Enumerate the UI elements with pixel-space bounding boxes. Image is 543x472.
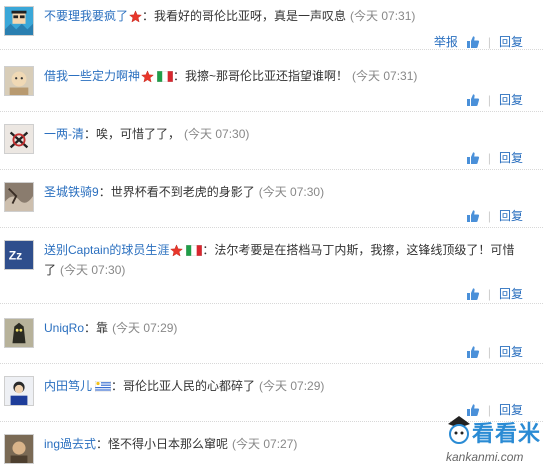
comment-body: UniqRo：靠 (今天 07:29) (44, 321, 178, 335)
star-badge-icon (129, 10, 142, 23)
mascot-icon (448, 416, 470, 444)
svg-text:Zz: Zz (9, 249, 22, 263)
comment-body: 不要理我要疯了 ：我看好的哥伦比亚呀，真是一声叹息 (今天 07:31) (44, 9, 416, 23)
username-link[interactable]: ing過去式 (44, 437, 96, 451)
comment-item: 借我一些定力啊神 ：我擦~那哥伦比亚还指望谁啊！ (今天 07:31) | 回复 (0, 66, 543, 112)
watermark-url: kankanmi.com (446, 450, 524, 464)
reply-link[interactable]: 回复 (499, 150, 523, 166)
avatar[interactable] (4, 434, 34, 464)
thumbs-up-icon[interactable] (466, 345, 480, 359)
watermark-title: 看看米 (472, 421, 542, 446)
comment-item: 一两-清：唉，可惜了了， (今天 07:30) | 回复 (0, 124, 543, 170)
comment-text: 我擦~那哥伦比亚还指望谁啊！ (185, 69, 349, 83)
uruguay-flag-icon (95, 381, 112, 392)
comment-text: 怪不得小日本那么窜呢 (108, 437, 229, 451)
thumbs-up-icon[interactable] (466, 287, 480, 301)
username-link[interactable]: 送别Captain的球员生涯 (44, 243, 169, 257)
comment-time: (今天 07:30) (60, 263, 126, 277)
thumbs-up-icon[interactable] (466, 35, 480, 49)
username-link[interactable]: 内田笃儿 (44, 379, 92, 393)
star-badge-icon (141, 70, 154, 83)
comment-actions: | 回复 (458, 344, 523, 360)
comment-actions: 举报 | 回复 (433, 34, 523, 50)
comment-time: (今天 07:31) (352, 69, 418, 83)
comment-time: (今天 07:27) (232, 437, 298, 451)
comment-time: (今天 07:31) (350, 9, 416, 23)
avatar[interactable] (4, 182, 34, 212)
report-link[interactable]: 举报 (434, 34, 458, 50)
reply-link[interactable]: 回复 (499, 344, 523, 360)
reply-link[interactable]: 回复 (499, 286, 523, 302)
reply-link[interactable]: 回复 (499, 34, 523, 50)
avatar[interactable] (4, 376, 34, 406)
username-link[interactable]: 圣城铁骑9 (44, 185, 99, 199)
star-badge-icon (170, 244, 184, 257)
comment-text: 我看好的哥伦比亚呀，真是一声叹息 (154, 9, 347, 23)
avatar[interactable] (4, 318, 34, 348)
avatar[interactable]: Zz (4, 240, 34, 270)
comment-body: 送别Captain的球员生涯 ：法尔考要是在搭档马丁内斯，我擦，这锋线顶级了！可惜… (44, 243, 515, 277)
comment-actions: | 回复 (458, 208, 523, 224)
comment-time: (今天 07:30) (184, 127, 250, 141)
avatar[interactable] (4, 66, 34, 96)
italy-flag-icon (157, 71, 174, 82)
comment-time: (今天 07:29) (112, 321, 178, 335)
username-link[interactable]: 一两-清 (44, 127, 84, 141)
watermark-logo: 看看米 kankanmi.com (444, 414, 543, 472)
comment-item: Zz 送别Captain的球员生涯 ：法尔考要是在搭档马丁内斯，我擦，这锋线顶级了… (0, 240, 543, 304)
comment-text: 靠 (96, 321, 109, 335)
reply-link[interactable]: 回复 (499, 208, 523, 224)
comment-item: 圣城铁骑9：世界杯看不到老虎的身影了 (今天 07:30) | 回复 (0, 182, 543, 228)
comment-text: 哥伦比亚人民的心都碎了 (123, 379, 256, 393)
comment-item: 不要理我要疯了 ：我看好的哥伦比亚呀，真是一声叹息 (今天 07:31) 举报 | … (0, 6, 543, 50)
comment-actions: | 回复 (458, 150, 523, 166)
comment-item: UniqRo：靠 (今天 07:29) | 回复 (0, 318, 543, 364)
thumbs-up-icon[interactable] (466, 93, 480, 107)
reply-link[interactable]: 回复 (499, 92, 523, 108)
thumbs-up-icon[interactable] (466, 209, 480, 223)
comment-text: 世界杯看不到老虎的身影了 (110, 185, 255, 199)
username-link[interactable]: 借我一些定力啊神 (44, 69, 140, 83)
comment-text: 唉，可惜了了， (96, 127, 181, 141)
comment-actions: | 回复 (458, 286, 523, 302)
comment-body: 圣城铁骑9：世界杯看不到老虎的身影了 (今天 07:30) (44, 185, 325, 199)
comment-body: 内田笃儿 ：哥伦比亚人民的心都碎了 (今天 07:29) (44, 379, 325, 393)
username-link[interactable]: UniqRo (44, 321, 84, 335)
thumbs-up-icon[interactable] (466, 151, 480, 165)
avatar[interactable] (4, 6, 34, 36)
comment-actions: | 回复 (458, 92, 523, 108)
comment-body: 借我一些定力啊神 ：我擦~那哥伦比亚还指望谁啊！ (今天 07:31) (44, 69, 418, 83)
avatar[interactable] (4, 124, 34, 154)
username-link[interactable]: 不要理我要疯了 (44, 9, 128, 23)
comment-time: (今天 07:29) (259, 379, 325, 393)
comment-time: (今天 07:30) (258, 185, 325, 199)
comment-body: 一两-清：唉，可惜了了， (今天 07:30) (44, 127, 250, 141)
italy-flag-icon (186, 245, 203, 256)
